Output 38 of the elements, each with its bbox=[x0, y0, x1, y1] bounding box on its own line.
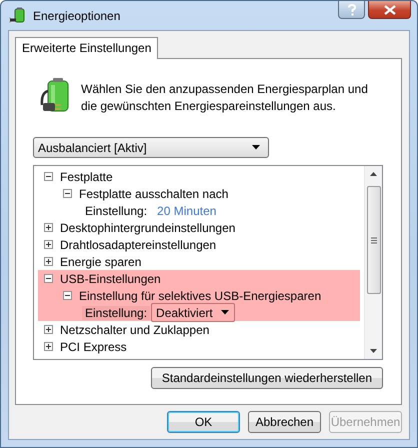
caret-icon bbox=[220, 310, 229, 315]
close-icon bbox=[384, 4, 396, 14]
help-icon bbox=[346, 4, 356, 16]
setting-link[interactable]: 20 Minuten bbox=[157, 204, 216, 218]
expand-icon[interactable] bbox=[44, 240, 53, 249]
battery-plug-icon bbox=[9, 6, 27, 24]
grip-icon bbox=[370, 236, 376, 244]
tree-item[interactable]: Drahtlosadaptereinstellungen bbox=[60, 238, 216, 252]
tab[interactable]: Erweiterte Einstellungen bbox=[15, 37, 158, 59]
restore-defaults-button[interactable]: Standardeinstellungen wiederherstellen bbox=[150, 367, 383, 389]
setting-label: Einstellung: bbox=[84, 204, 148, 218]
window-title: Energieoptionen bbox=[33, 8, 120, 22]
tree-item[interactable]: Festplatte ausschalten nach bbox=[79, 186, 228, 200]
setting-label: Einstellung: bbox=[82, 306, 150, 320]
scroll-up-icon[interactable] bbox=[370, 172, 377, 176]
expand-icon[interactable] bbox=[44, 325, 53, 334]
collapse-icon[interactable] bbox=[44, 274, 53, 283]
plan-dropdown[interactable]: Ausbalanciert [Aktiv] bbox=[33, 137, 269, 158]
expand-icon[interactable] bbox=[44, 223, 53, 232]
collapse-icon[interactable] bbox=[63, 189, 72, 198]
tree-item[interactable]: Netzschalter und Zuklappen bbox=[60, 322, 210, 336]
description-text: Wählen Sie den anzupassenden Energiesparplan und die gewünschten Energiespareinstellungen aus. bbox=[81, 81, 369, 115]
collapse-icon[interactable] bbox=[63, 291, 72, 300]
dialog-button[interactable]: Abbrechen bbox=[248, 411, 321, 433]
collapse-icon[interactable] bbox=[44, 172, 53, 181]
close-button[interactable] bbox=[368, 1, 411, 19]
expand-icon[interactable] bbox=[44, 257, 53, 266]
scroll-down-icon[interactable] bbox=[370, 349, 377, 353]
tree-item[interactable]: Desktophintergrundeinstellungen bbox=[60, 220, 236, 234]
tree-item[interactable]: PCI Express bbox=[60, 340, 127, 354]
help-button[interactable] bbox=[338, 1, 365, 19]
setting-dropdown[interactable]: Deaktiviert bbox=[151, 303, 235, 322]
tree-item[interactable]: Festplatte bbox=[60, 170, 113, 184]
tree-item[interactable]: Energie sparen bbox=[60, 254, 142, 268]
caret-icon bbox=[252, 145, 260, 150]
dialog-button[interactable]: OK bbox=[167, 411, 240, 433]
expand-icon[interactable] bbox=[44, 342, 53, 351]
scrollbar[interactable] bbox=[364, 166, 382, 359]
